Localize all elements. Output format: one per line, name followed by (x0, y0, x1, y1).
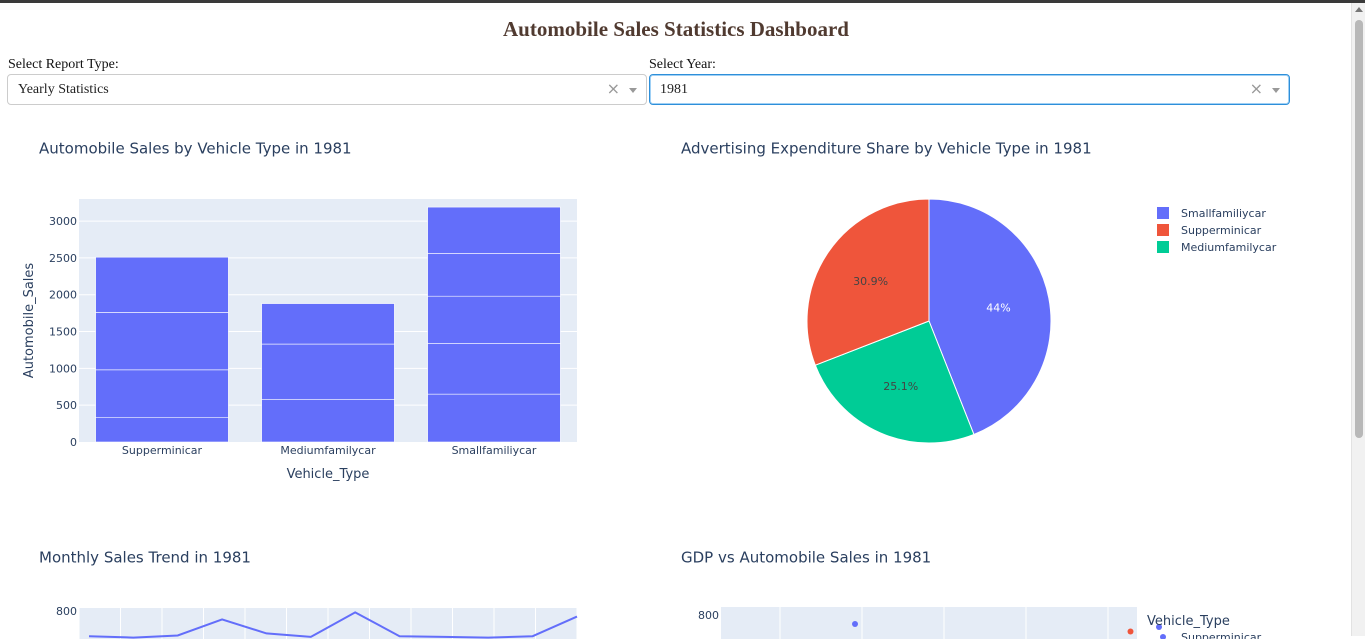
report-type-label: Select Report Type: (8, 57, 119, 72)
bar-chart-xtick-label: Mediumfamilycar (280, 444, 376, 457)
pie-slice-label: 25.1% (883, 380, 918, 393)
bar-chart-ytick-label: 500 (56, 399, 77, 412)
bar-segment (261, 398, 395, 443)
bar-chart-ytick-label: 2500 (49, 252, 77, 265)
report-type-value: Yearly Statistics (18, 82, 109, 97)
page-scrollbar[interactable] (1351, 3, 1365, 636)
bar-chart-ytick-label: 2000 (49, 289, 77, 302)
bar-segment (427, 295, 561, 344)
pie-slice-label: 44% (986, 302, 1010, 315)
scatter-chart-title: GDP vs Automobile Sales in 1981 (681, 549, 931, 567)
scatter-legend-title: Vehicle_Type (1147, 614, 1230, 629)
pie-slice-label: 30.9% (853, 275, 888, 288)
pie-legend-label: Mediumfamilycar (1181, 241, 1277, 254)
bar-chart-ytick-label: 1500 (49, 326, 77, 339)
scatter-chart-ytick-label: 800 (698, 609, 719, 622)
bar-chart-xtick-label: Smallfamiliycar (452, 444, 537, 457)
scatter-chart-plot-area (721, 607, 1137, 639)
scrollbar-thumb[interactable] (1355, 20, 1363, 438)
pie-legend-swatch (1157, 207, 1169, 219)
line-chart-title: Monthly Sales Trend in 1981 (39, 549, 251, 567)
bar-chart-xtick-label: Supperminicar (122, 444, 203, 457)
bar-chart-ytick-label: 0 (70, 436, 77, 449)
clear-icon[interactable]: × (607, 79, 620, 98)
bar-segment (427, 253, 561, 297)
line-chart-ytick-label: 800 (56, 605, 77, 618)
scatter-legend-marker (1160, 634, 1166, 639)
bar-chart-yaxis-title: Automobile_Sales (22, 263, 37, 379)
bar-segment (95, 312, 229, 371)
bar-chart-xaxis-title: Vehicle_Type (287, 467, 370, 482)
pie-legend-label: Supperminicar (1181, 224, 1262, 237)
pie-chart-title: Advertising Expenditure Share by Vehicle… (681, 140, 1092, 158)
scatter-point (1127, 628, 1134, 635)
bar-segment (261, 303, 395, 345)
bar-chart-ytick-label: 3000 (49, 215, 77, 228)
bar-segment (95, 369, 229, 419)
year-label: Select Year: (649, 57, 716, 72)
bar-segment (427, 393, 561, 443)
report-type-dropdown[interactable]: Yearly Statistics × (7, 74, 647, 105)
scroll-up-icon[interactable] (1355, 7, 1363, 12)
clear-icon[interactable]: × (1250, 79, 1263, 98)
scatter-point (852, 621, 858, 627)
pie-legend-swatch (1157, 224, 1169, 236)
page-title: Automobile Sales Statistics Dashboard (503, 17, 849, 41)
bar-chart-ytick-label: 1000 (49, 362, 77, 375)
dashboard-charts: Automobile Sales by Vehicle Type in 1981… (22, 140, 1277, 639)
bar-segment (95, 417, 229, 443)
bar-segment (261, 343, 395, 400)
bar-segment (427, 343, 561, 395)
bar-segment (427, 206, 561, 254)
year-value: 1981 (660, 82, 688, 97)
bar-segment (95, 256, 229, 313)
pie-legend-label: Smallfamiliycar (1181, 207, 1266, 220)
bar-chart-title: Automobile Sales by Vehicle Type in 1981 (39, 140, 352, 158)
chevron-down-icon[interactable] (1272, 88, 1280, 93)
chevron-down-icon[interactable] (629, 88, 637, 93)
scatter-legend-label: Supperminicar (1181, 631, 1262, 639)
pie-legend-swatch (1157, 241, 1169, 253)
year-dropdown[interactable]: 1981 × (649, 74, 1290, 105)
